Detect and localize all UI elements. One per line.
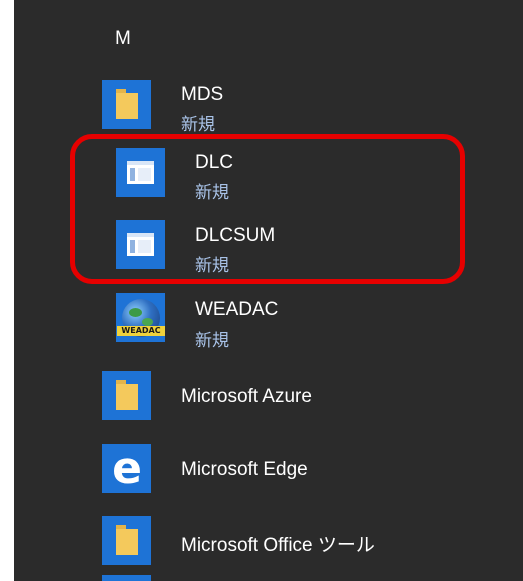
screenshot-frame: M MDS 新規 DLC 新規 DLCSUM 新規 WEADAC WEADAC …	[0, 0, 523, 581]
app-item-weadac[interactable]: WEADAC WEADAC 新規	[14, 293, 523, 353]
folder-icon	[116, 380, 138, 410]
weadac-icon-label: WEADAC	[117, 326, 165, 336]
start-menu-app-list: M MDS 新規 DLC 新規 DLCSUM 新規 WEADAC WEADAC …	[14, 0, 523, 581]
mds-tile	[102, 80, 151, 129]
red-highlight-box	[70, 134, 465, 284]
folder-icon	[116, 89, 138, 119]
section-letter-m[interactable]: M	[115, 28, 131, 50]
globe-icon: WEADAC	[117, 299, 165, 337]
weadac-tile: WEADAC	[116, 293, 165, 342]
app-item-mds[interactable]: MDS 新規	[14, 80, 523, 140]
app-name: WEADAC	[195, 299, 279, 320]
app-item-microsoft-azure[interactable]: Microsoft Azure	[14, 366, 523, 426]
edge-icon: e	[112, 443, 142, 494]
app-name: Microsoft Office ツール	[181, 535, 375, 556]
folder-icon	[116, 525, 138, 555]
partial-tile	[102, 575, 151, 581]
app-name: Microsoft Edge	[181, 459, 308, 480]
app-name: MDS	[181, 84, 224, 105]
app-new-label: 新規	[195, 331, 229, 351]
app-item-microsoft-edge[interactable]: e Microsoft Edge	[14, 441, 523, 501]
edge-tile: e	[102, 444, 151, 493]
app-item-microsoft-office-tools[interactable]: Microsoft Office ツール	[14, 513, 523, 573]
app-name: Microsoft Azure	[181, 386, 312, 407]
app-new-label: 新規	[181, 115, 215, 135]
office-tools-tile	[102, 516, 151, 565]
azure-tile	[102, 371, 151, 420]
